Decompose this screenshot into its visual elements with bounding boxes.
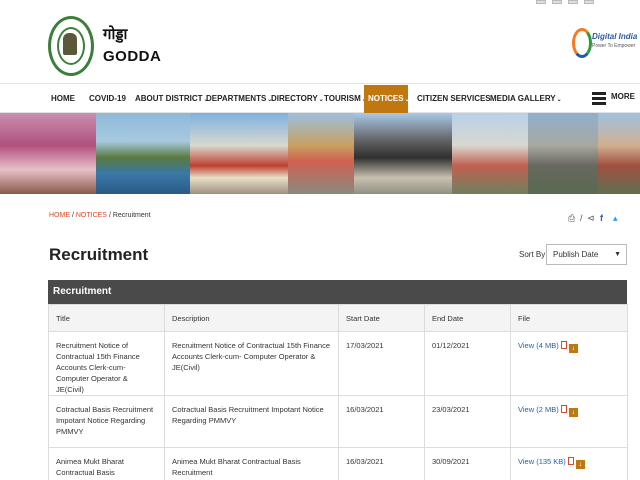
site-header: गोड्डा GODDA Digital India Power To Empo…	[0, 6, 640, 84]
digital-india-tagline: Power To Empower	[592, 43, 636, 49]
lion-capital-icon	[63, 33, 77, 55]
view-file-link[interactable]: View (2 MB)	[518, 405, 559, 414]
row-title: Cotractual Basis Recruitment Impotant No…	[48, 395, 165, 448]
row-end-date: 30/09/2021	[424, 447, 511, 480]
row-description: Recruitment Notice of Contractual 15th F…	[164, 331, 339, 396]
nav-item-media-gallery[interactable]: MEDIA GALLERY⌄	[486, 85, 566, 113]
share-icon[interactable]: ⊲	[587, 213, 595, 224]
download-icon[interactable]: ↓	[568, 344, 578, 353]
breadcrumb: HOME / NOTICES / Recruitment	[49, 212, 151, 219]
table-caption: Recruitment	[48, 280, 627, 304]
nav-label: DIRECTORY	[271, 94, 318, 103]
caret-down-icon: ▼	[614, 251, 621, 258]
nav-item-about-district[interactable]: ABOUT DISTRICT⌄	[131, 85, 213, 113]
twitter-icon[interactable]: ▴	[613, 213, 618, 224]
column-header-file[interactable]: File	[510, 304, 628, 332]
page-title: Recruitment	[49, 245, 149, 264]
row-file-cell: View (4 MB) ↓	[510, 331, 628, 396]
nav-label: COVID-19	[89, 94, 126, 103]
hamburger-icon	[592, 92, 606, 106]
breadcrumb-separator: /	[108, 212, 111, 219]
column-header-description[interactable]: Description	[164, 304, 339, 332]
banner-photo-temple	[190, 113, 288, 194]
sort-selected-value: Publish Date	[553, 250, 599, 259]
breadcrumb-home-link[interactable]: HOME	[49, 212, 70, 219]
breadcrumb-separator: /	[71, 212, 74, 219]
nav-label: ABOUT DISTRICT	[135, 94, 203, 103]
digital-india-logo[interactable]: Digital India Power To Empower	[572, 26, 637, 64]
nav-item-citizen-services[interactable]: CITIZEN SERVICES	[413, 85, 495, 113]
share-separator: /	[580, 213, 583, 223]
banner-photo-town	[452, 113, 528, 194]
download-icon[interactable]: ↓	[575, 460, 585, 469]
row-title: Recruitment Notice of Contractual 15th F…	[48, 331, 165, 396]
row-file-cell: View (135 KB) ↓	[510, 447, 628, 480]
row-start-date: 17/03/2021	[338, 331, 425, 396]
pdf-icon	[567, 457, 574, 465]
pdf-icon	[560, 341, 567, 349]
table-header-row: Title Description Start Date End Date Fi…	[48, 304, 628, 332]
nav-label: MEDIA GALLERY	[490, 94, 556, 103]
row-start-date: 16/03/2021	[338, 395, 425, 448]
download-icon[interactable]: ↓	[568, 408, 578, 417]
sort-by-label: Sort By:	[519, 250, 548, 259]
site-name[interactable]: GODDA	[103, 48, 161, 65]
digital-india-swirl-icon	[572, 28, 592, 58]
table-row: Recruitment Notice of Contractual 15th F…	[48, 331, 628, 396]
row-description: Cotractual Basis Recruitment Impotant No…	[164, 395, 339, 448]
district-emblem-logo[interactable]	[48, 16, 94, 76]
table-row: Animea Mukt Bharat Contractual Basis Rec…	[48, 447, 628, 480]
column-header-end-date[interactable]: End Date	[424, 304, 511, 332]
digital-india-title: Digital India	[592, 32, 638, 41]
column-header-title[interactable]: Title	[48, 304, 165, 332]
more-label: MORE	[611, 92, 635, 101]
nav-item-covid-19[interactable]: COVID-19	[85, 85, 130, 113]
nav-label: HOME	[51, 94, 75, 103]
view-file-link[interactable]: View (135 KB)	[518, 457, 566, 466]
chevron-down-icon: ⌄	[404, 97, 410, 103]
toolbar-button[interactable]	[584, 0, 594, 4]
row-end-date: 01/12/2021	[424, 331, 511, 396]
breadcrumb-notices-link[interactable]: NOTICES	[76, 212, 107, 219]
chevron-down-icon: ⌄	[556, 97, 562, 103]
site-name-hindi[interactable]: गोड्डा	[103, 24, 127, 44]
nav-item-notices[interactable]: NOTICES⌄	[364, 85, 410, 113]
toolbar-button[interactable]	[568, 0, 578, 4]
row-title: Animea Mukt Bharat Contractual Basis Rec…	[48, 447, 165, 480]
nav-item-directory[interactable]: DIRECTORY⌄	[267, 85, 328, 113]
toolbar-button[interactable]	[552, 0, 562, 4]
facebook-icon[interactable]: f	[600, 213, 603, 223]
nav-item-departments[interactable]: DEPARTMENTS⌄	[202, 85, 276, 113]
row-file-cell: View (2 MB) ↓	[510, 395, 628, 448]
recruitment-table: Recruitment Title Description Start Date…	[48, 280, 628, 480]
photo-banner	[0, 113, 640, 194]
toolbar-button[interactable]	[536, 0, 546, 4]
sort-by-select[interactable]: Publish Date ▼	[546, 244, 627, 265]
banner-photo-building	[598, 113, 640, 194]
banner-photo-street	[288, 113, 354, 194]
nav-item-home[interactable]: HOME	[47, 85, 79, 113]
pdf-icon	[560, 405, 567, 413]
banner-photo-dam	[528, 113, 598, 194]
nav-label: NOTICES	[368, 94, 404, 103]
print-icon[interactable]: ⎙	[568, 213, 575, 224]
table-row: Cotractual Basis Recruitment Impotant No…	[48, 395, 628, 448]
banner-photo-lake	[96, 113, 190, 194]
view-file-link[interactable]: View (4 MB)	[518, 341, 559, 350]
banner-photo-temple-interior	[0, 113, 96, 194]
nav-label: TOURISM	[324, 94, 361, 103]
main-navigation: HOME COVID-19 ABOUT DISTRICT⌄ DEPARTMENT…	[0, 85, 640, 113]
column-header-start-date[interactable]: Start Date	[338, 304, 425, 332]
breadcrumb-current: Recruitment	[112, 212, 151, 219]
row-end-date: 23/03/2021	[424, 395, 511, 448]
banner-photo-gate	[354, 113, 452, 194]
nav-label: DEPARTMENTS	[206, 94, 267, 103]
nav-label: CITIZEN SERVICES	[417, 94, 491, 103]
row-start-date: 16/03/2021	[338, 447, 425, 480]
row-description: Animea Mukt Bharat Contractual Basis Rec…	[164, 447, 339, 480]
